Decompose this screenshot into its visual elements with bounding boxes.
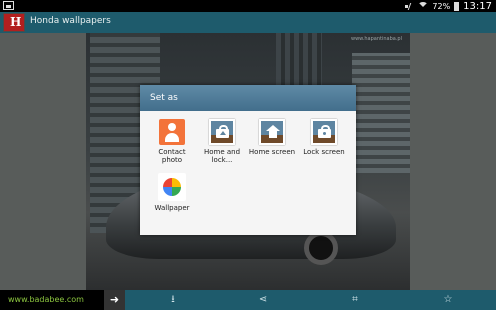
battery-percent: 72% — [432, 1, 451, 11]
ad-link[interactable]: www.badabee.com — [8, 295, 84, 304]
car-wheel — [304, 231, 338, 265]
watermark: www.hapantinaba.pl — [350, 36, 402, 42]
lock-screen-icon — [311, 119, 337, 145]
action-bar: Honda wallpapers — [0, 12, 496, 33]
dialog-options: Contact photo Home and lock... Home scre… — [140, 111, 356, 235]
wallpaper-icon — [158, 173, 186, 201]
option-lock-screen[interactable]: Lock screen — [300, 119, 348, 156]
option-label: Home screen — [248, 148, 296, 156]
contact-photo-icon — [159, 119, 185, 145]
notification-icon — [3, 1, 14, 10]
option-wallpaper[interactable]: Wallpaper — [148, 173, 196, 212]
star-icon[interactable]: ☆ — [438, 290, 458, 310]
option-home-screen[interactable]: Home screen — [248, 119, 296, 156]
mute-icon — [405, 2, 414, 11]
clock: 13:17 — [463, 0, 492, 12]
option-label: Lock screen — [303, 148, 345, 156]
status-bar: 72% 13:17 — [0, 0, 496, 12]
set-as-dialog: Set as Contact photo Home and lock... Ho… — [140, 85, 356, 235]
home-screen-icon — [259, 119, 285, 145]
ad-banner[interactable]: www.badabee.com ➜ — [0, 290, 125, 310]
arrow-right-icon[interactable]: ➜ — [104, 290, 125, 310]
crop-icon[interactable]: ⌗ — [345, 290, 365, 310]
option-label: Home and lock... — [203, 148, 241, 164]
option-contact-photo[interactable]: Contact photo — [148, 119, 196, 164]
option-label: Wallpaper — [154, 204, 190, 212]
dialog-title: Set as — [140, 85, 356, 111]
building-right — [352, 53, 410, 173]
wifi-icon — [418, 2, 429, 10]
share-icon[interactable]: ⋖ — [253, 290, 273, 310]
bottom-toolbar: ⭳ ⋖ ⌗ ☆ — [125, 290, 496, 310]
status-indicators: 72% 13:17 — [405, 0, 492, 12]
download-icon[interactable]: ⭳ — [163, 290, 183, 310]
battery-icon — [454, 1, 460, 11]
option-home-and-lock[interactable]: Home and lock... — [198, 119, 246, 164]
option-label: Contact photo — [158, 148, 186, 164]
home-and-lock-icon — [209, 119, 235, 145]
app-title: Honda wallpapers — [30, 16, 111, 26]
honda-app-icon[interactable] — [3, 13, 25, 32]
